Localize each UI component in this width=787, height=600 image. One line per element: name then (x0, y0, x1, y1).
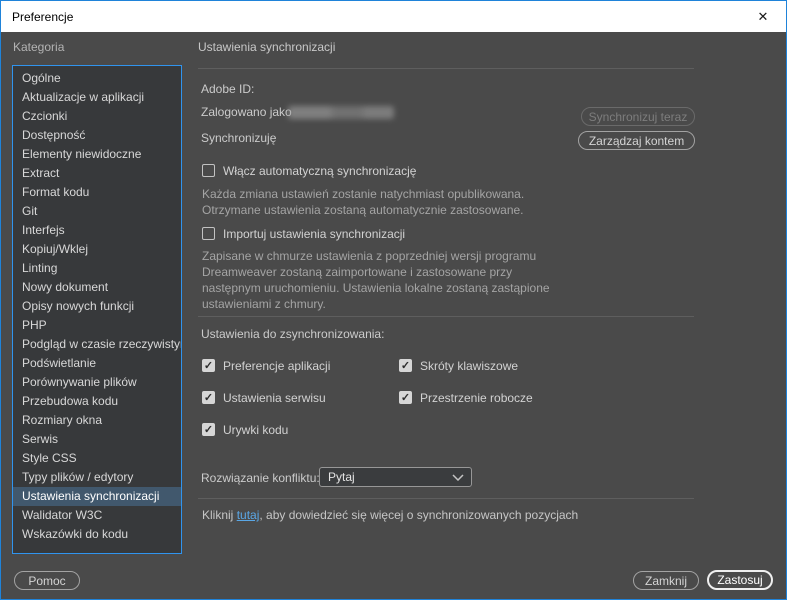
learn-more-link[interactable]: tutaj (237, 508, 260, 522)
panel-title: Ustawienia synchronizacji (198, 40, 336, 54)
checkbox-icon[interactable]: ✓ (399, 359, 412, 372)
sidebar-item[interactable]: Typy plików / edytory (13, 468, 181, 487)
import-sync-label: Importuj ustawienia synchronizacji (223, 226, 406, 241)
sidebar-item[interactable]: Linting (13, 259, 181, 278)
link-suffix: , aby dowiedzieć się więcej o synchroniz… (259, 508, 579, 522)
close-icon[interactable]: ✕ (740, 1, 786, 32)
sidebar-item[interactable]: Wskazówki do kodu (13, 525, 181, 544)
checkbox-icon[interactable] (202, 227, 215, 240)
sidebar-item[interactable]: Ogólne (13, 69, 181, 88)
auto-sync-label: Włącz automatyczną synchronizację (223, 163, 417, 178)
divider (198, 316, 694, 317)
syncing-label: Synchronizuję (201, 131, 277, 145)
preferences-dialog: Preferencje ✕ Kategoria Ustawienia synch… (0, 0, 787, 600)
checkbox-icon[interactable]: ✓ (202, 423, 215, 436)
sidebar-item[interactable]: Serwis (13, 430, 181, 449)
sidebar-item[interactable]: Walidator W3C (13, 506, 181, 525)
close-button[interactable]: Zamknij (633, 571, 699, 590)
sidebar-item[interactable]: Czcionki (13, 107, 181, 126)
sync-item-label: Ustawienia serwisu (223, 390, 326, 405)
sync-item-row[interactable]: ✓ Skróty klawiszowe (399, 356, 533, 375)
conflict-label: Rozwiązanie konfliktu: (201, 471, 320, 485)
checkbox-icon[interactable]: ✓ (202, 391, 215, 404)
link-prefix: Kliknij (202, 508, 237, 522)
conflict-value: Pytaj (328, 470, 355, 484)
category-list[interactable]: Ogólne Aktualizacje w aplikacji Czcionki Do… (12, 65, 182, 554)
sidebar-item[interactable]: Porównywanie plików (13, 373, 181, 392)
conflict-select[interactable]: Pytaj (319, 467, 472, 487)
sidebar-item[interactable]: Rozmiary okna (13, 411, 181, 430)
sidebar-item[interactable]: Format kodu (13, 183, 181, 202)
sync-item-label: Preferencje aplikacji (223, 358, 331, 373)
titlebar: Preferencje ✕ (1, 1, 786, 32)
sidebar-item[interactable]: PHP (13, 316, 181, 335)
auto-sync-row[interactable]: Włącz automatyczną synchronizację (202, 161, 416, 180)
chevron-down-icon (452, 473, 464, 481)
sync-item-row[interactable]: ✓ Urywki kodu (202, 420, 399, 439)
sync-items-heading: Ustawienia do zsynchronizowania: (201, 327, 385, 341)
sidebar-item[interactable]: Aktualizacje w aplikacji (13, 88, 181, 107)
apply-button[interactable]: Zastosuj (707, 570, 773, 590)
divider (198, 68, 694, 69)
sidebar-item[interactable]: Opisy nowych funkcji (13, 297, 181, 316)
sync-now-button[interactable]: Synchronizuj teraz (581, 107, 695, 126)
checkbox-icon[interactable]: ✓ (399, 391, 412, 404)
sync-item-label: Skróty klawiszowe (420, 358, 519, 373)
window-title: Preferencje (12, 9, 74, 24)
sidebar-item[interactable]: Git (13, 202, 181, 221)
sidebar-item[interactable]: Przebudowa kodu (13, 392, 181, 411)
learn-more-line: Kliknij tutaj, aby dowiedzieć się więcej… (202, 508, 578, 522)
help-text: Zapisane w chmurze ustawienia z poprzedn… (202, 249, 550, 311)
sync-items-grid: ✓ Preferencje aplikacji ✓ Skróty klawiszowe… (202, 356, 533, 439)
logged-in-label: Zalogowano jako (201, 105, 292, 119)
sync-item-row[interactable]: ✓ Przestrzenie robocze (399, 388, 533, 407)
sidebar-item[interactable]: Style CSS (13, 449, 181, 468)
checkbox-icon[interactable] (202, 164, 215, 177)
sidebar-item[interactable]: Elementy niewidoczne (13, 145, 181, 164)
sidebar-item[interactable]: Podgląd w czasie rzeczywistym (13, 335, 181, 354)
sidebar-item[interactable]: Interfejs (13, 221, 181, 240)
sync-item-row[interactable]: ✓ Ustawienia serwisu (202, 388, 399, 407)
manage-account-button[interactable]: Zarządzaj kontem (578, 131, 695, 150)
sidebar-item[interactable]: Extract (13, 164, 181, 183)
sidebar-item[interactable]: Ustawienia synchronizacji (13, 487, 181, 506)
import-sync-row[interactable]: Importuj ustawienia synchronizacji (202, 224, 405, 243)
redacted-email (288, 106, 394, 119)
sync-item-label: Urywki kodu (223, 422, 289, 437)
checkbox-icon[interactable]: ✓ (202, 359, 215, 372)
help-text: Każda zmiana ustawień zostanie natychmia… (202, 187, 525, 217)
adobe-id-label: Adobe ID: (201, 82, 255, 96)
sidebar-item[interactable]: Dostępność (13, 126, 181, 145)
sidebar-item[interactable]: Podświetlanie (13, 354, 181, 373)
sync-item-label: Przestrzenie robocze (420, 390, 533, 405)
sync-item-row[interactable]: ✓ Preferencje aplikacji (202, 356, 399, 375)
category-heading: Kategoria (13, 40, 65, 54)
help-button[interactable]: Pomoc (14, 571, 80, 590)
divider (198, 498, 694, 499)
sidebar-item[interactable]: Kopiuj/Wklej (13, 240, 181, 259)
sidebar-item[interactable]: Nowy dokument (13, 278, 181, 297)
